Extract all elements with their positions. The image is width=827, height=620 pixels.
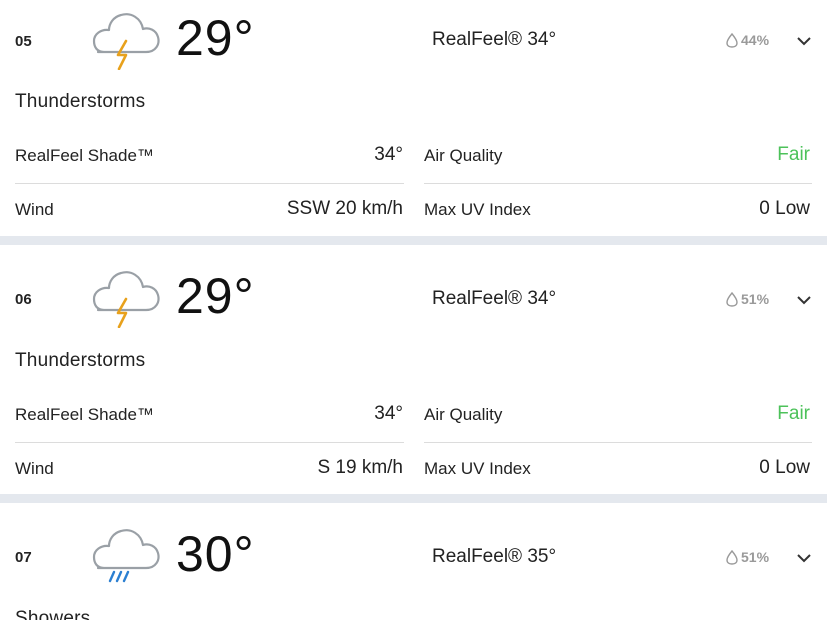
uv-index-value: 0 Low <box>759 198 810 219</box>
hour-label: 07 <box>15 549 32 566</box>
chevron-down-icon[interactable] <box>795 35 813 47</box>
air-quality-value: Fair <box>777 403 810 424</box>
thunderstorm-icon <box>92 271 160 328</box>
showers-icon <box>92 529 160 583</box>
temperature: 29° <box>176 268 255 324</box>
hourly-forecast-card-06[interactable]: 06 29° RealFeel® 34° 51% Thunderstorms R… <box>0 245 827 494</box>
divider <box>424 183 812 184</box>
divider <box>15 442 404 443</box>
precip-value: 51% <box>741 549 770 565</box>
uv-index-label: Max UV Index <box>424 200 531 219</box>
wind-label: Wind <box>15 459 54 478</box>
hourly-forecast-card-07[interactable]: 07 30° RealFeel® 35° 51% Showers <box>0 503 827 620</box>
realfeel-value: RealFeel® 34° <box>432 29 557 50</box>
weather-phrase: Thunderstorms <box>15 91 146 112</box>
realfeel-shade-label: RealFeel Shade™ <box>15 146 154 165</box>
uv-index-value: 0 Low <box>759 457 810 478</box>
realfeel-value: RealFeel® 34° <box>432 288 557 309</box>
precipitation-probability: 51% <box>726 549 769 565</box>
drop-icon <box>726 32 738 48</box>
hour-label: 06 <box>15 291 32 308</box>
card-separator <box>0 494 827 503</box>
wind-value: SSW 20 km/h <box>286 198 403 219</box>
card-separator <box>0 236 827 245</box>
drop-icon <box>726 291 738 307</box>
temperature: 30° <box>176 526 255 582</box>
air-quality-label: Air Quality <box>424 405 503 424</box>
chevron-down-icon[interactable] <box>795 294 813 306</box>
realfeel-value: RealFeel® 35° <box>432 546 557 567</box>
air-quality-value: Fair <box>777 144 810 165</box>
hour-label: 05 <box>15 33 32 50</box>
uv-index-label: Max UV Index <box>424 459 531 478</box>
precipitation-probability: 51% <box>726 291 769 307</box>
weather-phrase: Thunderstorms <box>15 350 146 371</box>
hourly-forecast-card-05[interactable]: 05 29° RealFeel® 34° 44% Thunderstorms R… <box>0 0 827 236</box>
chevron-down-icon[interactable] <box>795 552 813 564</box>
drop-icon <box>726 549 738 565</box>
precip-value: 51% <box>741 291 770 307</box>
realfeel-shade-value: 34° <box>374 144 403 165</box>
precipitation-probability: 44% <box>726 32 769 48</box>
wind-value: S 19 km/h <box>317 457 403 478</box>
realfeel-shade-label: RealFeel Shade™ <box>15 405 154 424</box>
precip-value: 44% <box>741 32 770 48</box>
temperature: 29° <box>176 10 255 66</box>
air-quality-label: Air Quality <box>424 146 503 165</box>
thunderstorm-icon <box>92 13 160 70</box>
realfeel-shade-value: 34° <box>374 403 403 424</box>
weather-phrase: Showers <box>15 608 91 620</box>
divider <box>15 183 404 184</box>
wind-label: Wind <box>15 200 54 219</box>
divider <box>424 442 812 443</box>
